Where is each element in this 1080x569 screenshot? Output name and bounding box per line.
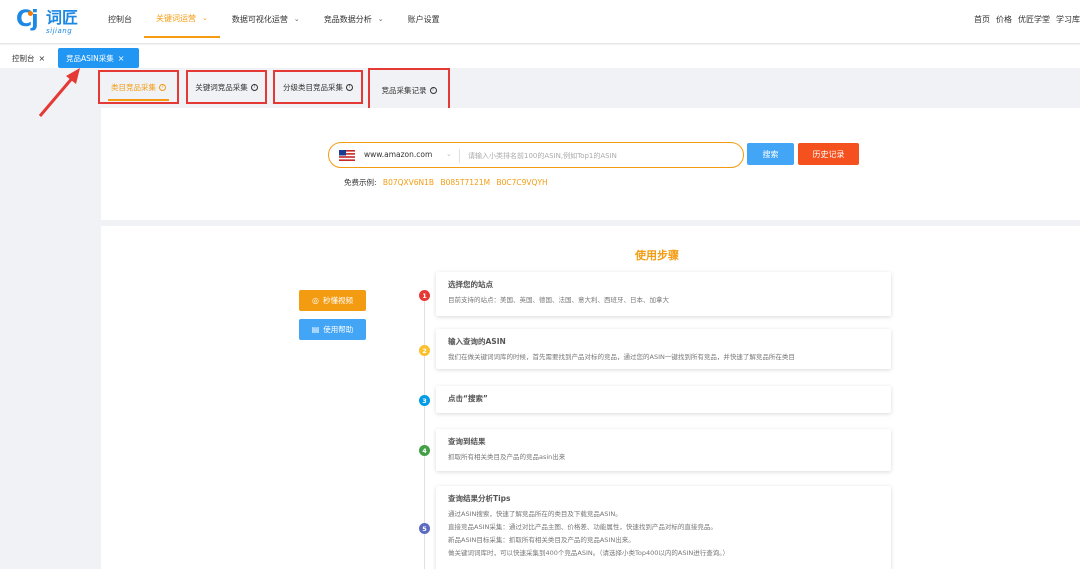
tab-label: 竞品ASIN采集 — [66, 53, 114, 63]
site-select[interactable]: www.amazon.com — [364, 150, 432, 159]
step-title: 输入查询的ASIN — [448, 337, 506, 346]
divider — [459, 149, 460, 163]
top-right-links: 首页 价格 优匠学堂 学习库 — [974, 14, 1080, 25]
subtab-label: 分级类目竞品采集 — [283, 82, 343, 92]
search-button[interactable]: 搜索 — [747, 143, 794, 165]
logo-name-en: sijiang — [46, 27, 73, 35]
subtab-label: 类目竞品采集 — [111, 82, 156, 92]
tab-console[interactable]: 控制台 × — [4, 48, 53, 68]
question-circle-icon: ! — [429, 86, 437, 94]
logo[interactable]: Cj 词匠 sijiang — [16, 8, 88, 38]
step-card: 输入查询的ASIN 我们在做关键词词库的时候，首先需要找到产品对标的竞品，通过您… — [436, 329, 891, 369]
logo-name-cn: 词匠 — [46, 8, 79, 27]
video-label: 秒懂视频 — [322, 296, 353, 305]
question-circle-icon: ? — [159, 83, 166, 91]
example-asin-link[interactable]: B07QXV6N1B — [383, 178, 434, 187]
chevron-down-icon: ⌄ — [377, 15, 384, 23]
chevron-down-icon: ⌄ — [293, 15, 300, 23]
top-navbar: Cj 词匠 sijiang 控制台 关键词运营 ⌄ 数据可视化运营 ⌄ 竞品数据分析… — [0, 0, 1080, 44]
link-library[interactable]: 学习库 — [1056, 14, 1080, 25]
subtab-collect-records[interactable]: 竞品采集记录! — [368, 68, 450, 112]
step-desc: 做关键词词库时，可以快速采集到400个竞品ASIN。（请选择小类Top400以内… — [448, 549, 729, 557]
main-nav: 控制台 关键词运营 ⌄ 数据可视化运营 ⌄ 竞品数据分析 ⌄ 账户设置 — [96, 0, 452, 44]
step-card: 点击“搜索” — [436, 386, 891, 413]
step-desc: 我们在做关键词词库的时候，首先需要找到产品对标的竞品，通过您的ASIN一键找到所… — [448, 353, 795, 361]
step-title: 查询到结果 — [448, 437, 486, 446]
us-flag-icon — [339, 150, 355, 161]
step-desc: 抓取所有相关类目及产品的竞品asin出来 — [448, 453, 566, 461]
step-title: 选择您的站点 — [448, 280, 493, 289]
step-card: 查询到结果 抓取所有相关类目及产品的竞品asin出来 — [436, 429, 891, 471]
nav-label: 竞品数据分析 — [323, 14, 372, 24]
asin-search-input[interactable] — [468, 148, 738, 164]
step-card: 查询结果分析Tips 通过ASIN搜索，快速了解竞品所在的类目及下载竞品ASIN… — [436, 486, 891, 569]
sub-tabs: 类目竞品采集? 关键词竞品采集! 分级类目竞品采集! 竞品采集记录! — [98, 68, 1080, 112]
close-icon[interactable]: × — [39, 54, 46, 63]
free-examples: 免费示例: B07QXV6N1B B085T7121M B0C7C9VQYH — [344, 177, 548, 188]
history-button[interactable]: 历史记录 — [798, 143, 859, 165]
step-card: 选择您的站点 目前支持的站点：美国、英国、德国、法国、意大利、西班牙、日本、加拿… — [436, 272, 891, 316]
active-underline — [108, 99, 169, 101]
document-icon: ▤ — [311, 325, 320, 334]
step-number: 2 — [419, 345, 430, 356]
subtab-category-competitor[interactable]: 类目竞品采集? — [98, 70, 179, 104]
page-tabs: 控制台 × 竞品ASIN采集 × — [0, 45, 1080, 68]
chevron-down-icon: ⌄ — [202, 14, 208, 22]
search-panel: www.amazon.com ⌄ 搜索 历史记录 免费示例: B07QXV6N1… — [101, 108, 1080, 220]
step-number: 1 — [419, 290, 430, 301]
nav-label: 账户设置 — [407, 14, 440, 24]
subtab-label: 关键词竞品采集 — [195, 82, 248, 92]
subtab-keyword-competitor[interactable]: 关键词竞品采集! — [186, 70, 267, 104]
step-number: 5 — [419, 523, 430, 534]
subtab-level-category-competitor[interactable]: 分级类目竞品采集! — [273, 70, 363, 104]
examples-label: 免费示例: — [344, 178, 377, 187]
subtab-label: 竞品采集记录 — [381, 85, 427, 95]
link-academy[interactable]: 优匠学堂 — [1018, 14, 1050, 25]
help-label: 使用帮助 — [323, 325, 354, 334]
step-number: 3 — [419, 395, 430, 406]
nav-item-data-visual[interactable]: 数据可视化运营 ⌄ — [220, 0, 312, 38]
question-circle-icon: ! — [250, 83, 258, 91]
tab-label: 控制台 — [12, 53, 35, 63]
video-button[interactable]: ◎ 秒懂视频 — [299, 290, 366, 311]
step-number: 4 — [419, 445, 430, 456]
steps-title: 使用步骤 — [635, 249, 679, 262]
nav-item-competitor-analysis[interactable]: 竞品数据分析 ⌄ — [312, 0, 396, 38]
help-button[interactable]: ▤ 使用帮助 — [299, 319, 366, 340]
play-circle-icon: ◎ — [312, 296, 319, 305]
search-box: www.amazon.com ⌄ — [328, 142, 744, 168]
step-desc: 直接竞品ASIN采集：通过对比产品主图、价格差、功能属性，快速找到产品对标的直接… — [448, 523, 717, 531]
nav-label: 数据可视化运营 — [231, 14, 288, 24]
logo-mark: Cj — [16, 7, 39, 32]
nav-label: 关键词运营 — [156, 13, 196, 23]
nav-label: 控制台 — [108, 14, 132, 24]
nav-item-account-settings[interactable]: 账户设置 — [396, 0, 452, 38]
step-title: 查询结果分析Tips — [448, 494, 511, 503]
tab-asin-collect[interactable]: 竞品ASIN采集 × — [58, 48, 139, 68]
example-asin-link[interactable]: B085T7121M — [440, 178, 490, 187]
step-desc: 目前支持的站点：美国、英国、德国、法国、意大利、西班牙、日本、加拿大 — [448, 296, 669, 304]
link-pricing[interactable]: 价格 — [996, 14, 1012, 25]
nav-item-keyword-ops[interactable]: 关键词运营 ⌄ — [144, 0, 220, 38]
link-home[interactable]: 首页 — [974, 14, 990, 25]
example-asin-link[interactable]: B0C7C9VQYH — [496, 178, 547, 187]
steps-panel: 使用步骤 ◎ 秒懂视频 ▤ 使用帮助 1 选择您的站点 目前支持的站点：美国、英… — [101, 226, 1080, 569]
chevron-down-icon[interactable]: ⌄ — [446, 150, 452, 158]
step-title: 点击“搜索” — [448, 394, 488, 403]
close-icon[interactable]: × — [118, 54, 125, 63]
question-circle-icon: ! — [346, 83, 353, 91]
step-desc: 新品ASIN目标采集：抓取所有相关类目及产品的竞品ASIN出来。 — [448, 536, 635, 544]
step-desc: 通过ASIN搜索，快速了解竞品所在的类目及下载竞品ASIN。 — [448, 510, 622, 518]
nav-item-console[interactable]: 控制台 — [96, 0, 144, 38]
annotation-arrow-icon — [38, 68, 80, 117]
logo-dot — [28, 11, 33, 16]
